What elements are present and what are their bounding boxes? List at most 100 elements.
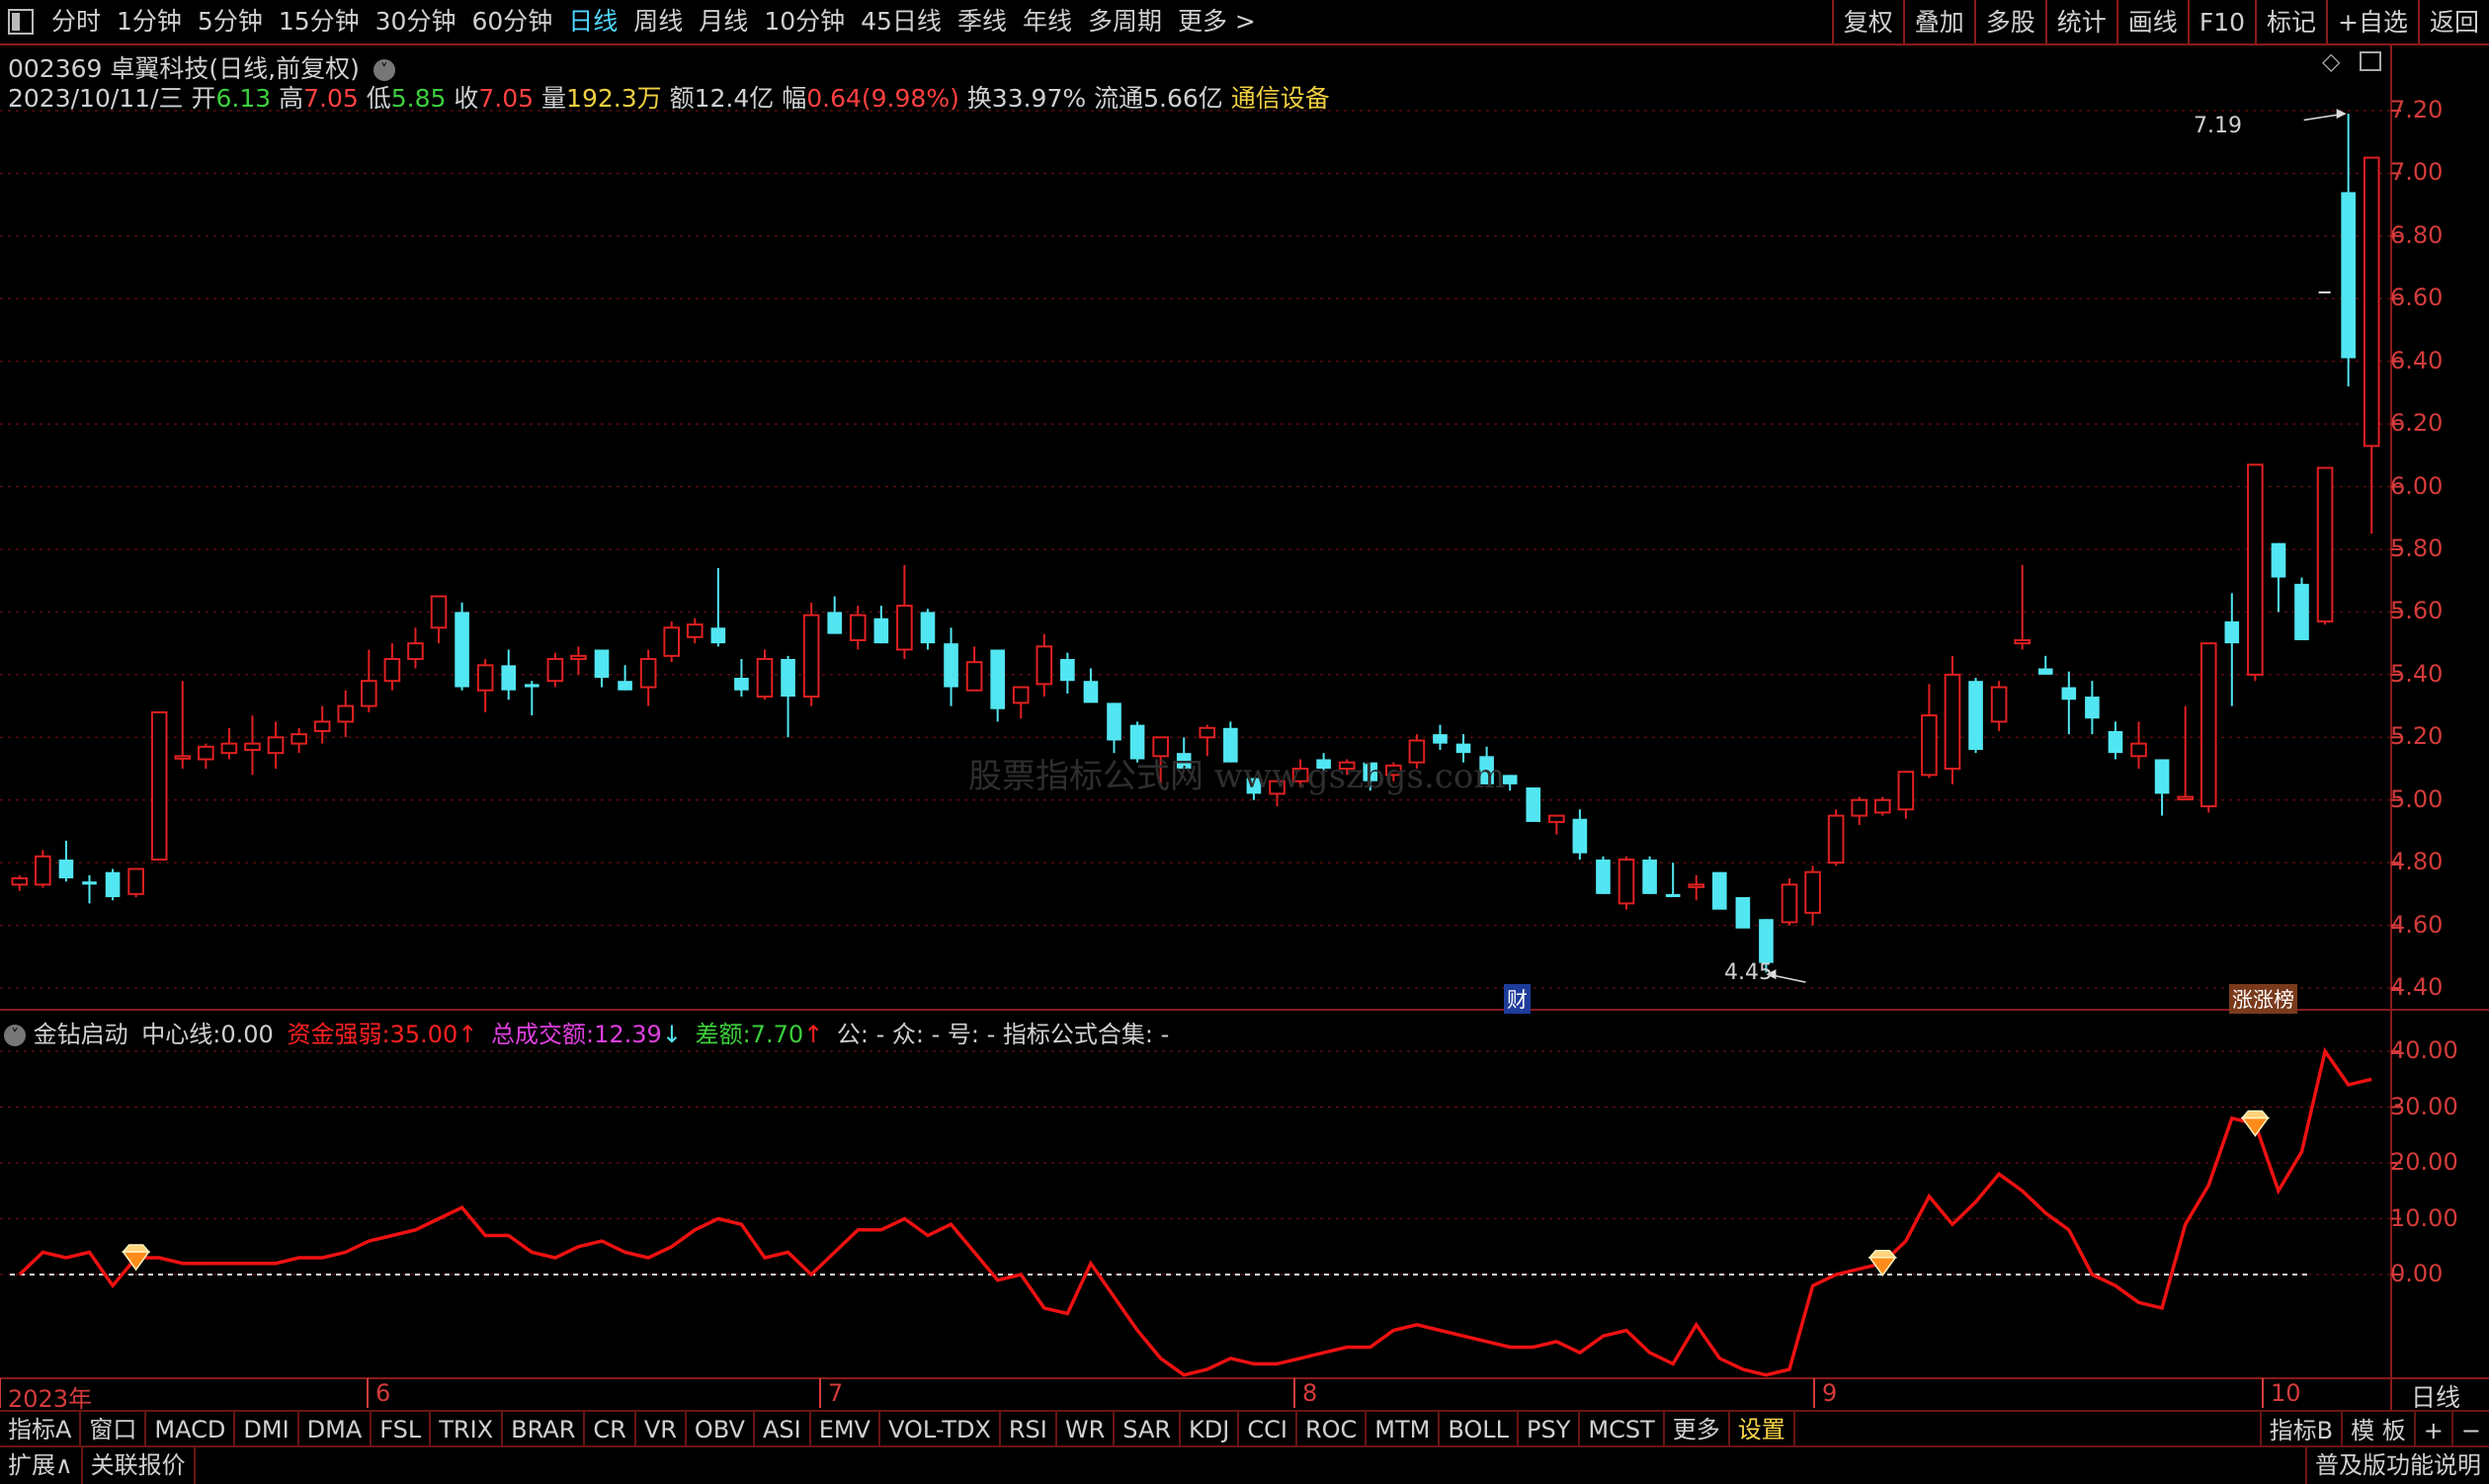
indicator-dropdown-icon[interactable]: ˅	[4, 1025, 26, 1046]
candle[interactable]	[944, 627, 958, 706]
candle[interactable]	[710, 568, 726, 647]
indicator-tab[interactable]: MCST	[1580, 1411, 1665, 1448]
candle[interactable]	[2014, 564, 2031, 650]
indicator-tab[interactable]: SAR	[1115, 1411, 1182, 1448]
candle[interactable]	[1873, 796, 1891, 816]
candle[interactable]	[82, 874, 97, 904]
candle[interactable]	[1897, 771, 1915, 819]
candle[interactable]	[267, 721, 285, 769]
candle[interactable]	[2154, 759, 2170, 816]
indicator-tab[interactable]: KDJ	[1181, 1411, 1240, 1448]
indicator-tab[interactable]: VR	[636, 1411, 687, 1448]
candle[interactable]	[2037, 655, 2053, 675]
candle[interactable]	[2294, 577, 2309, 640]
candle[interactable]	[244, 715, 261, 776]
indicator-tab[interactable]: FSL	[372, 1411, 432, 1448]
indicator-tab-right[interactable]: 模 板	[2341, 1412, 2414, 1449]
indicator-tab[interactable]: OBV	[687, 1411, 755, 1448]
candle[interactable]	[1548, 814, 1565, 835]
indicator-tab[interactable]: RSI	[1001, 1411, 1057, 1448]
candle[interactable]	[2108, 721, 2123, 760]
candle[interactable]	[802, 602, 820, 706]
candle[interactable]	[920, 609, 936, 650]
candle[interactable]	[1083, 668, 1099, 703]
candle[interactable]	[1618, 856, 1635, 910]
candle[interactable]	[383, 643, 401, 691]
candle[interactable]	[756, 649, 774, 701]
candle[interactable]	[1827, 809, 1845, 866]
candle[interactable]	[1804, 866, 1821, 926]
candle[interactable]	[2130, 721, 2147, 769]
candle[interactable]	[1572, 809, 1588, 860]
candle[interactable]	[313, 705, 331, 744]
candle[interactable]	[127, 867, 144, 898]
candle[interactable]	[1851, 796, 1868, 826]
candle[interactable]	[2247, 463, 2264, 682]
candle[interactable]	[150, 710, 168, 861]
indicator-name[interactable]: 金钻启动	[34, 1021, 128, 1048]
status-item[interactable]: 扩展∧	[0, 1446, 83, 1484]
candle[interactable]	[337, 690, 355, 738]
indicator-tab[interactable]: WR	[1057, 1411, 1116, 1448]
candle[interactable]	[524, 681, 539, 716]
indicator-tab[interactable]: EMV	[811, 1411, 880, 1448]
status-item[interactable]: 关联报价	[83, 1446, 196, 1484]
candle[interactable]	[58, 840, 74, 882]
candle[interactable]	[1711, 871, 1727, 910]
indicator-tab[interactable]: CCI	[1239, 1411, 1297, 1448]
candle[interactable]	[2085, 681, 2100, 735]
indicator-tab-right[interactable]: +	[2413, 1412, 2451, 1449]
candle[interactable]	[198, 743, 214, 769]
candle[interactable]	[1012, 686, 1030, 719]
indicator-tab[interactable]: MTM	[1367, 1411, 1441, 1448]
candle[interactable]	[1596, 856, 1611, 894]
candle[interactable]	[639, 649, 657, 706]
finance-marker[interactable]: 财	[1504, 984, 1531, 1014]
candle[interactable]	[1735, 897, 1751, 929]
candle[interactable]	[1433, 724, 1448, 750]
candle[interactable]	[618, 665, 632, 691]
candle[interactable]	[2199, 642, 2217, 813]
indicator-tab[interactable]: ASI	[755, 1411, 811, 1448]
indicator-tab[interactable]: 设置	[1730, 1411, 1795, 1448]
indicator-tab[interactable]: 更多	[1665, 1411, 1730, 1448]
indicator-tab-right[interactable]: 指标B	[2259, 1412, 2341, 1449]
candle[interactable]	[2177, 705, 2194, 801]
candle[interactable]	[430, 595, 448, 644]
candle[interactable]	[2341, 114, 2356, 387]
time-axis-period[interactable]: 日线	[2411, 1378, 2460, 1414]
indicator-tab[interactable]: CR	[585, 1411, 636, 1448]
candle[interactable]	[220, 727, 238, 760]
candle[interactable]	[734, 659, 749, 698]
candle[interactable]	[1060, 652, 1075, 694]
candle[interactable]	[873, 606, 889, 644]
indicator-tab[interactable]: MACD	[146, 1411, 236, 1448]
candle[interactable]	[1990, 681, 2008, 731]
candle[interactable]	[2363, 156, 2380, 535]
candle[interactable]	[455, 602, 469, 691]
candle[interactable]	[1526, 787, 1541, 822]
candle[interactable]	[1036, 633, 1053, 698]
candle[interactable]	[476, 659, 494, 712]
candle[interactable]	[990, 649, 1005, 722]
candle[interactable]	[1665, 863, 1681, 898]
candle[interactable]	[407, 627, 424, 669]
indicator-tab[interactable]: 指标A	[0, 1411, 82, 1448]
indicator-tab[interactable]: ROC	[1297, 1411, 1368, 1448]
candle[interactable]	[361, 649, 377, 712]
candle[interactable]	[290, 727, 307, 754]
indicator-tab[interactable]: TRIX	[431, 1411, 504, 1448]
candle[interactable]	[11, 874, 29, 891]
indicator-tab[interactable]: DMI	[235, 1411, 299, 1448]
indicator-tab[interactable]: 窗口	[81, 1411, 147, 1448]
status-right[interactable]: 普及版功能说明	[2305, 1446, 2489, 1484]
candle[interactable]	[174, 681, 192, 769]
candle[interactable]	[827, 596, 842, 634]
candle[interactable]	[594, 649, 610, 688]
limit-up-badge[interactable]: 涨涨榜	[2229, 984, 2297, 1014]
candle[interactable]	[686, 618, 704, 644]
indicator-tab[interactable]: DMA	[299, 1411, 373, 1448]
candle[interactable]	[781, 655, 795, 738]
candle[interactable]	[501, 649, 517, 701]
candle[interactable]	[2061, 671, 2077, 735]
